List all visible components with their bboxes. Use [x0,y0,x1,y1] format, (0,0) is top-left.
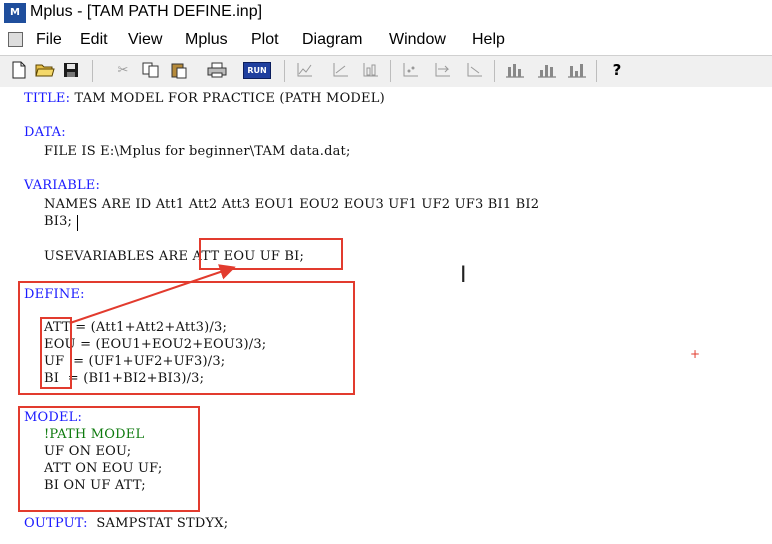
plot-line-icon[interactable] [294,59,316,81]
model-line: BI ON UF ATT; [44,478,146,493]
model-comment: !PATH MODEL [44,427,145,442]
names-line: NAMES ARE ID Att1 Att2 Att3 EOU1 EOU2 EO… [44,197,540,212]
title-keyword: TITLE: [24,91,71,106]
output-value: SAMPSTAT STDYX; [96,516,229,531]
menu-bar: File Edit View Mplus Plot Diagram Window… [0,27,772,51]
window-title: Mplus - [TAM PATH DEFINE.inp] [30,3,263,20]
menu-plot[interactable]: Plot [251,31,279,49]
copy-icon[interactable] [140,59,162,81]
plot-scatter-icon[interactable] [330,59,352,81]
model-keyword: MODEL: [24,410,83,425]
usevariables-highlight-box [199,238,343,270]
output-keyword: OUTPUT: [24,516,88,531]
toolbar-separator [494,60,495,82]
menu-view[interactable]: View [128,31,162,49]
toolbar-separator [92,60,93,82]
print-icon[interactable] [206,59,228,81]
output-line: OUTPUT: SAMPSTAT STDYX; [24,516,228,531]
model-line: UF ON EOU; [44,444,132,459]
run-icon[interactable]: RUN [238,59,276,81]
new-file-icon[interactable] [8,59,30,81]
toolbar-separator [596,60,597,82]
crosshair-icon: + [690,347,701,361]
title-value: TAM MODEL FOR PRACTICE (PATH MODEL) [74,91,385,106]
define-vars-highlight-box [40,317,72,389]
mplus-app-icon: M [4,3,26,23]
menu-window[interactable]: Window [389,31,446,49]
define-expr: = (EOU1+EOU2+EOU3)/3; [80,337,267,352]
save-icon[interactable] [60,59,82,81]
document-system-icon[interactable] [8,32,23,47]
paste-icon[interactable] [168,59,190,81]
menu-file[interactable]: File [36,31,62,49]
define-keyword: DEFINE: [24,287,85,302]
names-line-continued: BI3; [44,214,73,229]
define-expr: = (BI1+BI2+BI3)/3; [67,371,205,386]
bar-chart2-icon[interactable] [536,59,558,81]
title-line: TITLE: TAM MODEL FOR PRACTICE (PATH MODE… [24,91,385,106]
cut-icon[interactable]: ✂ [112,59,134,81]
editor-area[interactable]: TITLE: TAM MODEL FOR PRACTICE (PATH MODE… [0,87,772,544]
toolbar: ✂ RUN ? [0,55,772,88]
plot-arrow2-icon[interactable] [464,59,486,81]
toolbar-separator [284,60,285,82]
toolbar-separator [390,60,391,82]
data-keyword: DATA: [24,125,66,140]
open-folder-icon[interactable] [34,59,56,81]
menu-diagram[interactable]: Diagram [302,31,362,49]
plot-arrow-icon[interactable] [432,59,454,81]
data-file-line: FILE IS E:\Mplus for beginner\TAM data.d… [44,144,351,159]
menu-mplus[interactable]: Mplus [185,31,228,49]
plot-points-icon[interactable] [400,59,422,81]
run-label: RUN [243,61,271,79]
title-bar: M Mplus - [TAM PATH DEFINE.inp] [0,0,772,26]
help-icon[interactable]: ? [606,59,628,81]
define-expr: = (UF1+UF2+UF3)/3; [73,354,226,369]
ibeam-cursor-icon: I [460,263,467,288]
usevariables-prefix: USEVARIABLES ARE [44,249,189,264]
text-cursor [77,215,78,231]
bar-chart-icon[interactable] [504,59,526,81]
plot-hist-icon[interactable] [360,59,382,81]
menu-help[interactable]: Help [472,31,505,49]
menu-edit[interactable]: Edit [80,31,108,49]
define-line: EOU = (EOU1+EOU2+EOU3)/3; [44,337,266,352]
variable-keyword: VARIABLE: [24,178,101,193]
define-expr: = (Att1+Att2+Att3)/3; [75,320,228,335]
bar-chart3-icon[interactable] [566,59,588,81]
model-line: ATT ON EOU UF; [44,461,163,476]
